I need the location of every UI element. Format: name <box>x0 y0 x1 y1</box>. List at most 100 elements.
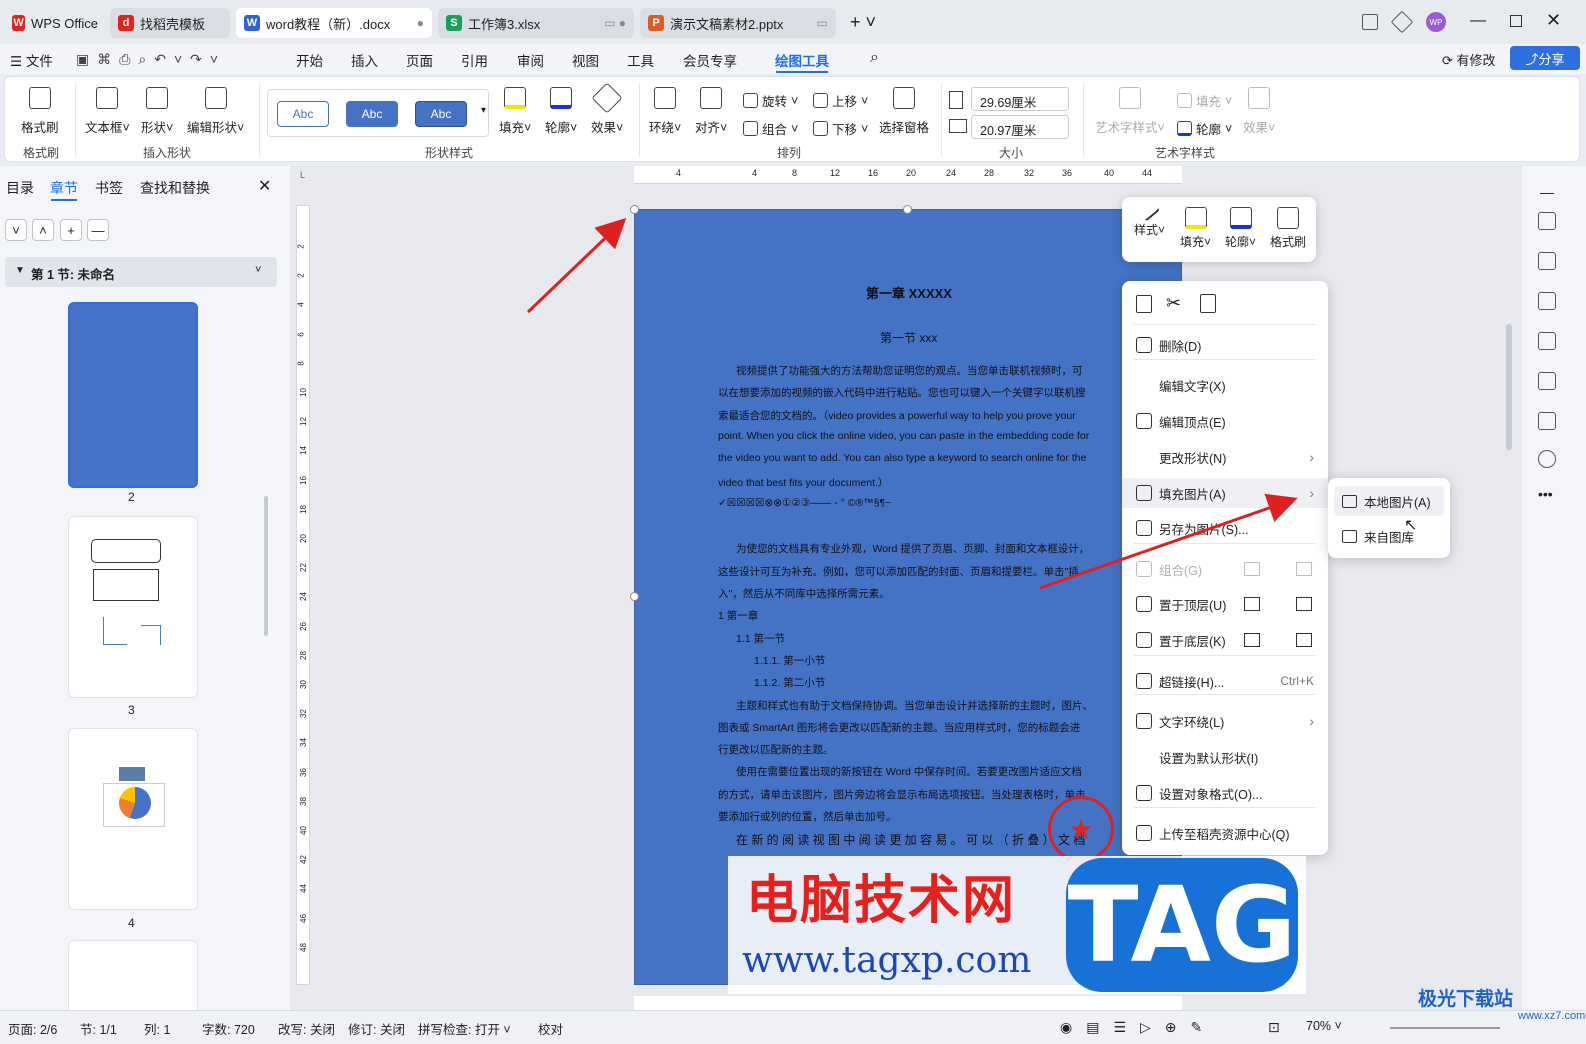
mini-outline-button[interactable]: 轮廓˅ <box>1225 207 1256 250</box>
height-input[interactable]: 29.69厘米 <box>971 87 1069 111</box>
resize-handle[interactable] <box>630 205 639 214</box>
group-button[interactable]: 组合 ˅ <box>743 119 798 138</box>
status-word-count[interactable]: 字数: 720 <box>202 1019 255 1038</box>
copy-icon[interactable] <box>1136 295 1152 313</box>
wrap-button[interactable]: 环绕˅ <box>649 87 681 136</box>
tab-sections[interactable]: 章节 <box>50 178 78 198</box>
effect-button[interactable]: 效果˅ <box>591 82 623 136</box>
file-menu[interactable]: ☰ 文件 <box>10 50 53 70</box>
collapse-up-button[interactable]: ˄ <box>32 219 54 241</box>
quick-access-icons[interactable]: ▣⌘⎙⌕↶˅↷˅ <box>76 51 226 68</box>
status-revision[interactable]: 修订: 关闭 <box>348 1019 405 1038</box>
doc-scrollbar[interactable] <box>1506 324 1512 450</box>
quick-action-icon[interactable] <box>1244 597 1260 611</box>
status-spellcheck[interactable]: 拼写检查: 打开 ˅ <box>418 1019 511 1038</box>
format-painter-button[interactable]: 格式刷 <box>21 87 59 136</box>
menu-reference[interactable]: 引用 <box>461 50 488 70</box>
textbox-button[interactable]: 文本框˅ <box>85 87 130 136</box>
avatar[interactable]: WP <box>1426 12 1446 32</box>
page-thumbnail-3[interactable] <box>68 516 198 698</box>
share-button[interactable]: ⤴ 分享 <box>1510 46 1580 70</box>
shape-button[interactable]: 形状˅ <box>141 87 173 136</box>
gallery-more-icon[interactable]: ▾ <box>481 105 486 116</box>
close-icon[interactable]: ✕ <box>1546 10 1561 31</box>
status-proofread[interactable]: 校对 <box>538 1019 563 1038</box>
menu-insert[interactable]: 插入 <box>351 50 378 70</box>
tab-toc[interactable]: 目录 <box>6 178 34 198</box>
bring-up-button[interactable]: 上移 ˅ <box>813 91 868 110</box>
mini-fill-button[interactable]: 填充˅ <box>1180 207 1211 250</box>
align-button[interactable]: 对齐˅ <box>695 87 727 136</box>
zoom-level[interactable]: 70% ˅ <box>1306 1019 1342 1033</box>
mini-style-button[interactable]: 样式˅ <box>1134 202 1165 238</box>
search-icon[interactable]: ⌕ <box>870 49 879 67</box>
submenu-gallery[interactable]: 来自图库 <box>1334 521 1444 551</box>
context-menu-item[interactable]: 另存为图片(S)... <box>1122 513 1328 543</box>
modify-button[interactable]: ⟳ 有修改 <box>1442 50 1496 69</box>
tab-dot-icon[interactable]: ● <box>417 16 424 30</box>
add-section-button[interactable]: + <box>60 219 82 241</box>
bookmark-icon[interactable] <box>1538 412 1556 430</box>
menu-tools[interactable]: 工具 <box>627 50 654 70</box>
tab-ppt[interactable]: P 演示文稿素材2.pptx ▭ <box>640 8 836 38</box>
context-menu-item[interactable]: 设置对象格式(O)... <box>1122 778 1328 808</box>
context-menu-item[interactable]: 编辑顶点(E) <box>1122 406 1328 436</box>
menu-drawing-tools[interactable]: 绘图工具 <box>775 50 829 70</box>
section-menu-icon[interactable]: ˅ <box>255 264 261 276</box>
translate-icon[interactable] <box>1538 332 1556 350</box>
tab-excel[interactable]: S 工作簿3.xlsx ▭ ● <box>438 8 634 38</box>
section-header[interactable]: ▼ 第 1 节: 未命名 ˅ <box>5 257 277 287</box>
resize-handle[interactable] <box>903 205 912 214</box>
minimize-icon[interactable]: — <box>1470 12 1486 30</box>
help-icon[interactable] <box>1538 450 1556 468</box>
vertical-ruler[interactable]: 2 2 4 6 8 10 12 14 16 18 20 22 24 26 28 30 32 34 36 38 40 42 4… <box>296 205 310 985</box>
quick-action-icon[interactable] <box>1296 562 1312 576</box>
page-thumbnail-2[interactable] <box>68 302 198 488</box>
layout-icon[interactable] <box>1362 14 1378 30</box>
tab-bookmarks[interactable]: 书签 <box>95 178 123 198</box>
status-page[interactable]: 页面: 2/6 <box>8 1019 57 1038</box>
context-menu-item[interactable]: 置于顶层(U) <box>1122 589 1328 619</box>
horizontal-ruler[interactable]: 4 4 8 12 16 20 24 28 32 36 40 44 <box>634 166 1182 184</box>
paste-icon[interactable] <box>1200 294 1216 313</box>
adjust-icon[interactable] <box>1538 292 1556 310</box>
style-preset-2[interactable]: Abc <box>346 101 398 127</box>
selection-pane-button[interactable]: 选择窗格 <box>879 87 929 136</box>
mini-format-painter-button[interactable]: 格式刷 <box>1270 207 1306 250</box>
fill-button[interactable]: 填充˅ <box>499 87 531 136</box>
edit-icon[interactable] <box>1538 212 1556 230</box>
quick-action-icon[interactable] <box>1296 597 1312 611</box>
sidebar-scrollbar[interactable] <box>264 496 268 636</box>
context-menu-item[interactable]: 填充图片(A) › <box>1122 478 1328 508</box>
page-thumbnail-5[interactable] <box>68 940 198 1010</box>
tab-word-doc[interactable]: W word教程（新）.docx ● <box>236 8 432 38</box>
resize-handle[interactable] <box>630 592 639 601</box>
menu-review[interactable]: 审阅 <box>517 50 544 70</box>
new-tab-icon[interactable]: + ˅ <box>850 12 876 33</box>
more-icon[interactable]: ••• <box>1538 486 1553 502</box>
submenu-local-image[interactable]: 本地图片(A) <box>1334 486 1444 516</box>
menu-page[interactable]: 页面 <box>406 50 433 70</box>
context-menu-item[interactable]: 设置为默认形状(I) <box>1122 742 1328 772</box>
menu-start[interactable]: 开始 <box>296 50 323 70</box>
context-menu-item[interactable]: 编辑文字(X) <box>1122 370 1328 400</box>
send-down-button[interactable]: 下移 ˅ <box>813 119 868 138</box>
cut-icon[interactable]: ✂ <box>1166 293 1181 314</box>
context-menu-item[interactable]: 超链接(H)... Ctrl+K <box>1122 666 1328 696</box>
outline-button[interactable]: 轮廓˅ <box>545 87 577 136</box>
style-preset-3[interactable]: Abc <box>415 101 467 127</box>
view-mode-icons[interactable]: ◉▤☰▷⊕✎ <box>1060 1019 1216 1036</box>
width-input[interactable]: 20.97厘米 <box>971 115 1069 139</box>
close-pane-icon[interactable]: ✕ <box>258 176 271 196</box>
style-preset-1[interactable]: Abc <box>277 101 329 127</box>
edit-shape-button[interactable]: 编辑形状˅ <box>187 87 244 136</box>
context-menu-item[interactable]: 置于底层(K) <box>1122 625 1328 655</box>
quick-action-icon[interactable] <box>1296 633 1312 647</box>
pointer-icon[interactable] <box>1538 252 1556 270</box>
remove-section-button[interactable]: — <box>87 219 109 241</box>
quick-action-icon[interactable] <box>1244 633 1260 647</box>
context-menu-item[interactable]: 更改形状(N) › <box>1122 442 1328 472</box>
status-overwrite[interactable]: 改写: 关闭 <box>278 1019 335 1038</box>
quick-action-icon[interactable] <box>1244 562 1260 576</box>
cube-icon[interactable] <box>1390 10 1414 34</box>
